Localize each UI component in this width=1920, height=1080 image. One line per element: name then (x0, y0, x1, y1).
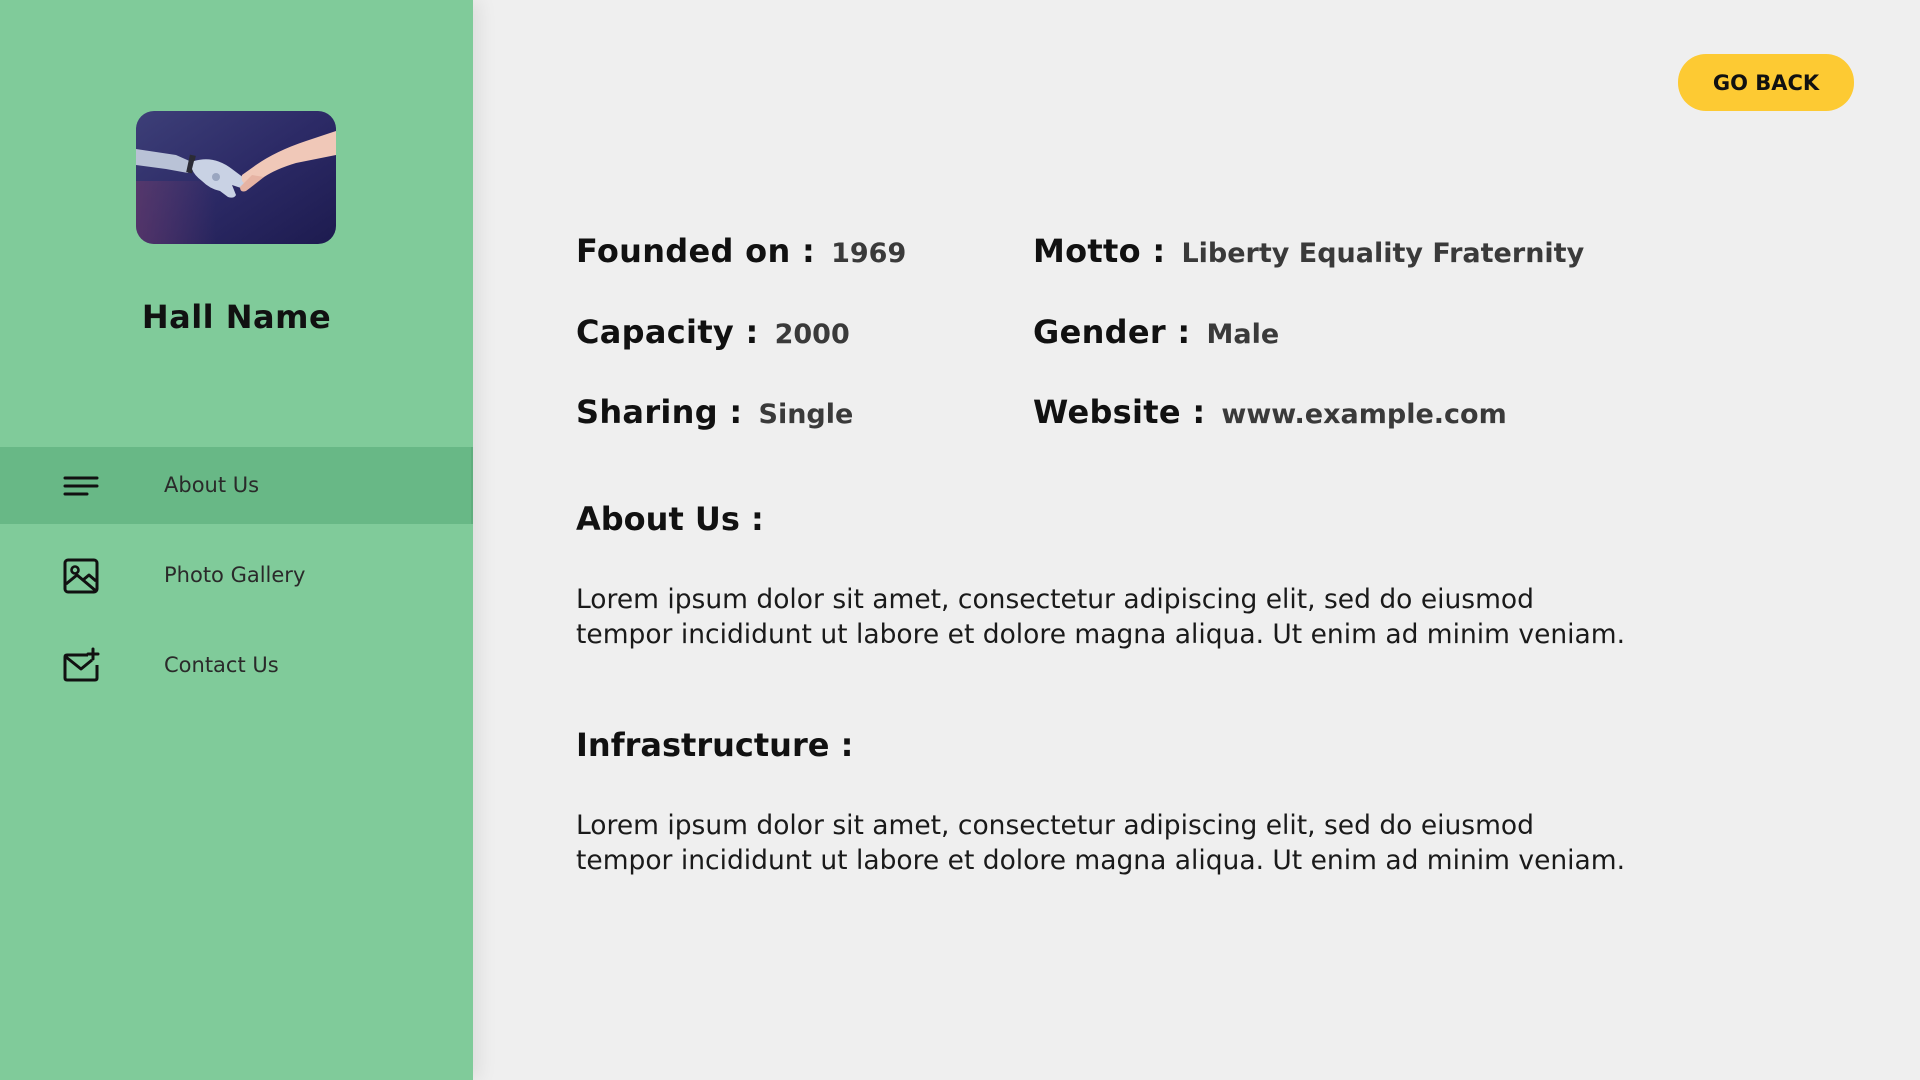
sidebar-item-about-us[interactable]: About Us (0, 447, 473, 524)
menu-lines-icon (62, 467, 100, 505)
capacity-field: Capacity : 2000 (576, 313, 850, 351)
go-back-button[interactable]: GO BACK (1678, 54, 1854, 111)
website-field: Website : www.example.com (1033, 393, 1507, 431)
sidebar: Hall Name About Us Photo Gallery Contact… (0, 0, 473, 1080)
infrastructure-text-line: Lorem ipsum dolor sit amet, consectetur … (576, 810, 1534, 841)
about-text-line: Lorem ipsum dolor sit amet, consectetur … (576, 584, 1534, 615)
about-text-line: tempor incididunt ut labore et dolore ma… (576, 619, 1626, 650)
motto-field: Motto : Liberty Equality Fraternity (1033, 232, 1584, 270)
website-label: Website : (1033, 393, 1206, 431)
gender-field: Gender : Male (1033, 313, 1279, 351)
infrastructure-text: Lorem ipsum dolor sit amet, consectetur … (576, 808, 1686, 878)
website-link[interactable]: www.example.com (1221, 399, 1506, 430)
hall-name: Hall Name (141, 298, 332, 336)
sharing-value: Single (758, 399, 854, 430)
image-icon (62, 557, 100, 595)
capacity-value: 2000 (774, 319, 850, 350)
sidebar-item-label: About Us (164, 473, 260, 497)
sidebar-item-label: Contact Us (164, 653, 279, 677)
motto-label: Motto : (1033, 232, 1166, 270)
infrastructure-title: Infrastructure : (576, 726, 854, 764)
capacity-label: Capacity : (576, 313, 759, 351)
sidebar-item-label: Photo Gallery (164, 563, 306, 587)
sharing-field: Sharing : Single (576, 393, 853, 431)
sidebar-item-photo-gallery[interactable]: Photo Gallery (0, 537, 473, 614)
sidebar-item-contact-us[interactable]: Contact Us (0, 627, 473, 704)
founded-label: Founded on : (576, 232, 816, 270)
founded-field: Founded on : 1969 (576, 232, 906, 270)
sharing-label: Sharing : (576, 393, 743, 431)
founded-value: 1969 (831, 238, 907, 269)
mail-plus-icon (62, 647, 100, 685)
motto-value: Liberty Equality Fraternity (1181, 238, 1585, 269)
gender-label: Gender : (1033, 313, 1191, 351)
infrastructure-text-line: tempor incididunt ut labore et dolore ma… (576, 845, 1626, 876)
about-text: Lorem ipsum dolor sit amet, consectetur … (576, 582, 1686, 652)
hall-image (136, 111, 336, 244)
about-title: About Us : (576, 500, 764, 538)
sidebar-nav: About Us Photo Gallery Contact Us (0, 447, 473, 717)
gender-value: Male (1206, 319, 1280, 350)
